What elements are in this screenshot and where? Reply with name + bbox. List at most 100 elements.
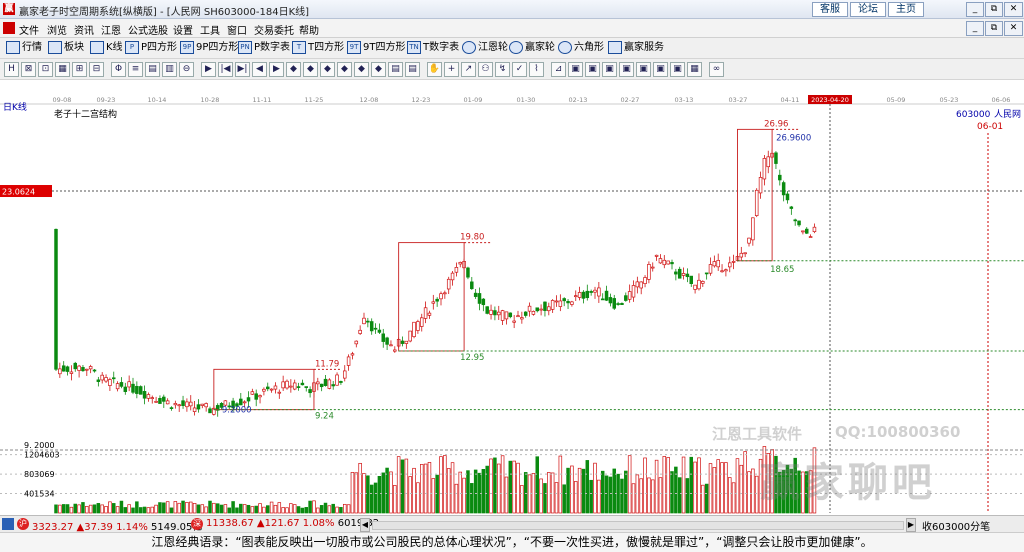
- tool-icon-5[interactable]: ⊞: [72, 62, 87, 77]
- tool-icon-21[interactable]: ◆: [354, 62, 369, 77]
- p-table-button[interactable]: PN P数字表: [238, 40, 290, 56]
- close-button[interactable]: ✕: [1004, 2, 1023, 17]
- volume-bar: [462, 477, 466, 514]
- candle-body: [69, 371, 74, 374]
- candle-body: [135, 385, 139, 394]
- tool-icon-38[interactable]: ▣: [653, 62, 668, 77]
- tool-icon-12[interactable]: ▶: [201, 62, 216, 77]
- service-link[interactable]: 客服: [812, 2, 848, 17]
- candle-body: [169, 407, 174, 409]
- box3-high-label: 26.96: [764, 119, 788, 129]
- tool-icon-25[interactable]: ✋: [427, 62, 442, 77]
- menu-window[interactable]: 窗口: [227, 22, 247, 37]
- volume-bar: [150, 506, 155, 514]
- tool-icon-40[interactable]: ▦: [687, 62, 702, 77]
- forum-link[interactable]: 论坛: [850, 2, 886, 17]
- volume-bar: [431, 478, 436, 514]
- tool-icon-41[interactable]: ∞: [709, 62, 724, 77]
- sectors-button[interactable]: 板块: [48, 40, 84, 56]
- scroll-left-icon[interactable]: ◀: [360, 518, 370, 532]
- minimize-button[interactable]: _: [966, 2, 984, 17]
- tool-icon-4[interactable]: ▦: [55, 62, 70, 77]
- tool-icon-6[interactable]: ⊟: [89, 62, 104, 77]
- candle-body: [262, 388, 266, 392]
- candle-body: [327, 379, 332, 389]
- mdi-minimize-button[interactable]: _: [966, 21, 984, 36]
- menu-gann[interactable]: 江恩: [101, 22, 121, 37]
- tool-icon-28[interactable]: ⚇: [478, 62, 493, 77]
- tool-icon-33[interactable]: ▣: [568, 62, 583, 77]
- volume-bar: [61, 504, 66, 514]
- candle-body: [250, 391, 255, 395]
- p-square-button[interactable]: P P四方形: [125, 40, 177, 56]
- menu-browse[interactable]: 浏览: [47, 22, 67, 37]
- tool-icon-15[interactable]: ◀: [252, 62, 267, 77]
- hexagon-button[interactable]: 六角形: [558, 40, 604, 56]
- status-menu-icon[interactable]: [2, 518, 14, 530]
- tool-icon-17[interactable]: ◆: [286, 62, 301, 77]
- tool-icon-35[interactable]: ▣: [602, 62, 617, 77]
- volume-bar: [123, 507, 128, 514]
- volume-bar: [400, 459, 405, 514]
- tool-icon-27[interactable]: ↗: [461, 62, 476, 77]
- tool-icon-18[interactable]: ◆: [303, 62, 318, 77]
- scroll-right-icon[interactable]: ▶: [906, 518, 916, 532]
- kline-chart-panel[interactable]: 09-08 09-23 10-14 10-28 11-11 11-25 12-08 12-23…: [0, 95, 1024, 515]
- tool-icon-8[interactable]: ≡: [128, 62, 143, 77]
- t-table-icon: TN: [407, 40, 421, 54]
- tool-icon-2[interactable]: ⊠: [21, 62, 36, 77]
- tool-icon-23[interactable]: ▤: [388, 62, 403, 77]
- tool-icon-29[interactable]: ↯: [495, 62, 510, 77]
- menu-tools[interactable]: 工具: [200, 22, 220, 37]
- 9t-square-button[interactable]: 9T 9T四方形: [347, 40, 405, 56]
- candle-body: [127, 381, 131, 388]
- tool-icon-31[interactable]: ⌇: [529, 62, 544, 77]
- mdi-restore-button[interactable]: ⧉: [985, 21, 1003, 36]
- tool-icon-37[interactable]: ▣: [636, 62, 651, 77]
- tool-icon-16[interactable]: ▶: [269, 62, 284, 77]
- tool-icon-34[interactable]: ▣: [585, 62, 600, 77]
- quotes-button[interactable]: 行情: [6, 40, 42, 56]
- gann-wheel-button[interactable]: 江恩轮: [462, 40, 508, 56]
- menu-help[interactable]: 帮助: [299, 22, 319, 37]
- tool-icon-32[interactable]: ⊿: [551, 62, 566, 77]
- maximize-button[interactable]: ⧉: [985, 2, 1003, 17]
- tick-detail-link[interactable]: 收603000分笔: [922, 518, 990, 533]
- tool-icon-3[interactable]: ⊡: [38, 62, 53, 77]
- tool-icon-9[interactable]: ▤: [145, 62, 160, 77]
- volume-bar: [115, 506, 120, 514]
- t-square-button[interactable]: T T四方形: [292, 40, 344, 56]
- volume-bar: [227, 507, 232, 514]
- tool-icon-39[interactable]: ▣: [670, 62, 685, 77]
- tool-icon-13[interactable]: |◀: [218, 62, 233, 77]
- tool-icon-19[interactable]: ◆: [320, 62, 335, 77]
- winner-service-button[interactable]: 赢家服务: [608, 40, 664, 56]
- volume-bar: [300, 507, 305, 514]
- tool-icon-14[interactable]: ▶|: [235, 62, 250, 77]
- kline-button[interactable]: K线: [90, 40, 123, 56]
- winner-wheel-button[interactable]: 赢家轮: [509, 40, 555, 56]
- t-table-button[interactable]: TN T数字表: [407, 40, 459, 56]
- tool-icon-1[interactable]: H: [4, 62, 19, 77]
- sz-index-value[interactable]: 11338.67 ▲121.67 1.08% 6019.82: [206, 518, 379, 529]
- tool-icon-24[interactable]: ▤: [405, 62, 420, 77]
- menu-formula[interactable]: 公式选股: [128, 22, 168, 37]
- menu-trade[interactable]: 交易委托: [254, 22, 294, 37]
- tool-icon-30[interactable]: ✓: [512, 62, 527, 77]
- tool-icon-36[interactable]: ▣: [619, 62, 634, 77]
- mdi-close-button[interactable]: ✕: [1004, 21, 1023, 36]
- menu-info[interactable]: 资讯: [74, 22, 94, 37]
- 9p-square-button[interactable]: 9P 9P四方形: [180, 40, 238, 56]
- tool-icon-7[interactable]: Φ: [111, 62, 126, 77]
- tool-icon-26[interactable]: +: [444, 62, 459, 77]
- tool-icon-10[interactable]: ▥: [162, 62, 177, 77]
- tool-icon-11[interactable]: ⊖: [179, 62, 194, 77]
- tool-icon-22[interactable]: ◆: [371, 62, 386, 77]
- sh-index-value[interactable]: 3323.27 ▲37.39 1.14% 5149.05亿: [32, 518, 202, 533]
- scrollbar[interactable]: [372, 521, 904, 530]
- volume-bar: [192, 502, 197, 514]
- tool-icon-20[interactable]: ◆: [337, 62, 352, 77]
- menu-file[interactable]: 文件: [19, 22, 39, 37]
- home-link[interactable]: 主页: [888, 2, 924, 17]
- menu-settings[interactable]: 设置: [173, 22, 193, 37]
